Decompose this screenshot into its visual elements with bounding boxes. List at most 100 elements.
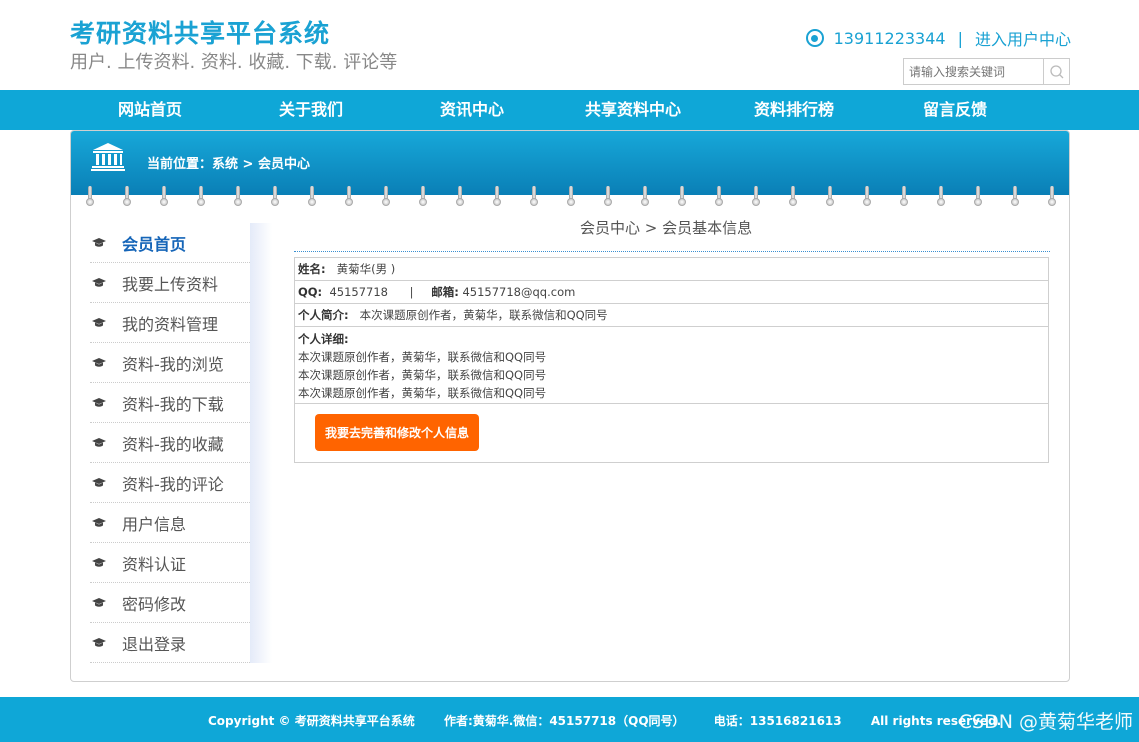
binder-ring — [937, 186, 945, 208]
nav-home[interactable]: 网站首页 — [118, 90, 182, 130]
sidebar-item-label: 资料-我的收藏 — [122, 434, 224, 454]
binder-ring — [493, 186, 501, 208]
member-info-table: 姓名: 黄菊华(男 ) QQ: 45157718 | 邮箱: 45157718@… — [294, 257, 1049, 463]
graduation-cap-icon — [92, 437, 106, 447]
nav-news[interactable]: 资讯中心 — [440, 90, 504, 130]
member-sidebar: 会员首页 我要上传资料 我的资料管理 资料-我的浏览 资料-我的下载 资料-我的… — [90, 223, 272, 663]
detail-line: 本次课题原创作者，黄菊华，联系微信和QQ同号 — [298, 368, 547, 382]
sidebar-item-label: 资料认证 — [122, 554, 187, 574]
binder-ring — [123, 186, 131, 208]
sidebar-item-label: 密码修改 — [122, 594, 187, 614]
sidebar-item-member-home[interactable]: 会员首页 — [90, 223, 250, 263]
search-box — [903, 58, 1070, 85]
detail-row: 个人详细: 本次课题原创作者，黄菊华，联系微信和QQ同号 本次课题原创作者，黄菊… — [295, 327, 1048, 404]
binder-ring — [789, 186, 797, 208]
sidebar-item-browse-history[interactable]: 资料-我的浏览 — [90, 343, 250, 383]
binder-ring — [1048, 186, 1056, 208]
graduation-cap-icon — [92, 557, 106, 567]
binder-ring — [419, 186, 427, 208]
graduation-cap-icon — [92, 597, 106, 607]
sidebar-item-label: 资料-我的评论 — [122, 474, 224, 494]
email-label: 邮箱: — [431, 285, 459, 299]
phone-number: 13911223344 — [833, 28, 946, 48]
graduation-cap-icon — [92, 317, 106, 327]
footer-text: Copyright © 考研资料共享平台系统 作者:黄菊华.微信：4515771… — [208, 714, 1002, 728]
name-value: 黄菊华(男 ) — [336, 262, 396, 276]
sidebar-item-label: 退出登录 — [122, 634, 187, 654]
binder-ring — [752, 186, 760, 208]
sidebar-item-label: 用户信息 — [122, 514, 187, 534]
footer: Copyright © 考研资料共享平台系统 作者:黄菊华.微信：4515771… — [0, 697, 1139, 742]
qq-label: QQ: — [298, 285, 323, 299]
contact-bar: 13911223344 | 进入用户中心 — [805, 26, 1071, 50]
binder-ring — [197, 186, 205, 208]
graduation-cap-icon — [92, 357, 106, 367]
graduation-cap-icon — [92, 637, 106, 647]
detail-line: 本次课题原创作者，黄菊华，联系微信和QQ同号 — [298, 386, 547, 400]
search-button[interactable] — [1043, 59, 1069, 84]
sidebar-item-label: 资料-我的下载 — [122, 394, 224, 414]
graduation-cap-icon — [92, 517, 106, 527]
sidebar-item-downloads[interactable]: 资料-我的下载 — [90, 383, 250, 423]
nav-ranking[interactable]: 资料排行榜 — [754, 90, 834, 130]
sidebar-item-upload[interactable]: 我要上传资料 — [90, 263, 250, 303]
site-subtitle: 用户. 上传资料. 资料. 收藏. 下载. 评论等 — [70, 52, 398, 73]
sidebar-item-comments[interactable]: 资料-我的评论 — [90, 463, 250, 503]
sidebar-item-label: 我要上传资料 — [122, 274, 219, 294]
name-row: 姓名: 黄菊华(男 ) — [295, 258, 1048, 281]
nav-feedback[interactable]: 留言反馈 — [923, 90, 987, 130]
binder-ring — [678, 186, 686, 208]
binder-ring — [382, 186, 390, 208]
sidebar-item-my-materials[interactable]: 我的资料管理 — [90, 303, 250, 343]
binder-ring — [826, 186, 834, 208]
sidebar-item-logout[interactable]: 退出登录 — [90, 623, 250, 663]
binder-ring — [234, 186, 242, 208]
contact-row: QQ: 45157718 | 邮箱: 45157718@qq.com — [295, 281, 1048, 304]
site-title: 考研资料共享平台系统 — [70, 19, 331, 48]
graduation-cap-icon — [92, 237, 106, 247]
header: 考研资料共享平台系统 用户. 上传资料. 资料. 收藏. 下载. 评论等 139… — [0, 0, 1139, 90]
intro-row: 个人简介: 本次课题原创作者，黄菊华，联系微信和QQ同号 — [295, 304, 1048, 327]
binder-ring — [863, 186, 871, 208]
breadcrumb: 当前位置：系统 > 会员中心 — [147, 157, 310, 172]
binder-ring — [567, 186, 575, 208]
name-label: 姓名: — [298, 262, 326, 276]
binder-ring — [308, 186, 316, 208]
binder-ring — [86, 186, 94, 208]
search-input[interactable] — [904, 59, 1043, 84]
contact-separator: | — [957, 28, 963, 48]
search-icon — [1049, 64, 1063, 78]
sidebar-item-favorites[interactable]: 资料-我的收藏 — [90, 423, 250, 463]
nav-shared-materials[interactable]: 共享资料中心 — [585, 90, 681, 130]
row-separator: | — [409, 285, 414, 299]
main-nav: 网站首页 关于我们 资讯中心 共享资料中心 资料排行榜 留言反馈 — [0, 90, 1139, 130]
binder-ring — [1011, 186, 1019, 208]
edit-profile-button[interactable]: 我要去完善和修改个人信息 — [315, 414, 479, 451]
graduation-cap-icon — [92, 277, 106, 287]
content-frame: 当前位置：系统 > 会员中心 会员首页 我要上传资料 我的资料管理 资料-我的浏… — [70, 130, 1070, 682]
sidebar-item-change-password[interactable]: 密码修改 — [90, 583, 250, 623]
institution-icon — [91, 143, 125, 171]
title-divider — [294, 251, 1050, 252]
graduation-cap-icon — [92, 397, 106, 407]
intro-value: 本次课题原创作者，黄菊华，联系微信和QQ同号 — [359, 308, 608, 322]
intro-label: 个人简介: — [298, 308, 349, 322]
location-target-icon — [805, 29, 824, 47]
binder-ring — [641, 186, 649, 208]
binder-ring — [456, 186, 464, 208]
main-title: 会员中心 > 会员基本信息 — [580, 219, 753, 237]
nav-about[interactable]: 关于我们 — [279, 90, 343, 130]
sidebar-item-label: 会员首页 — [122, 234, 187, 254]
binder-ring — [345, 186, 353, 208]
binder-ring — [271, 186, 279, 208]
sidebar-item-user-info[interactable]: 用户信息 — [90, 503, 250, 543]
sidebar-item-certification[interactable]: 资料认证 — [90, 543, 250, 583]
user-center-link[interactable]: 进入用户中心 — [975, 26, 1071, 50]
qq-value: 45157718 — [329, 285, 389, 299]
binder-rings — [71, 186, 1069, 210]
binder-ring — [900, 186, 908, 208]
detail-line: 本次课题原创作者，黄菊华，联系微信和QQ同号 — [298, 350, 547, 364]
sidebar-item-label: 我的资料管理 — [122, 314, 219, 334]
binder-ring — [160, 186, 168, 208]
binder-ring — [530, 186, 538, 208]
